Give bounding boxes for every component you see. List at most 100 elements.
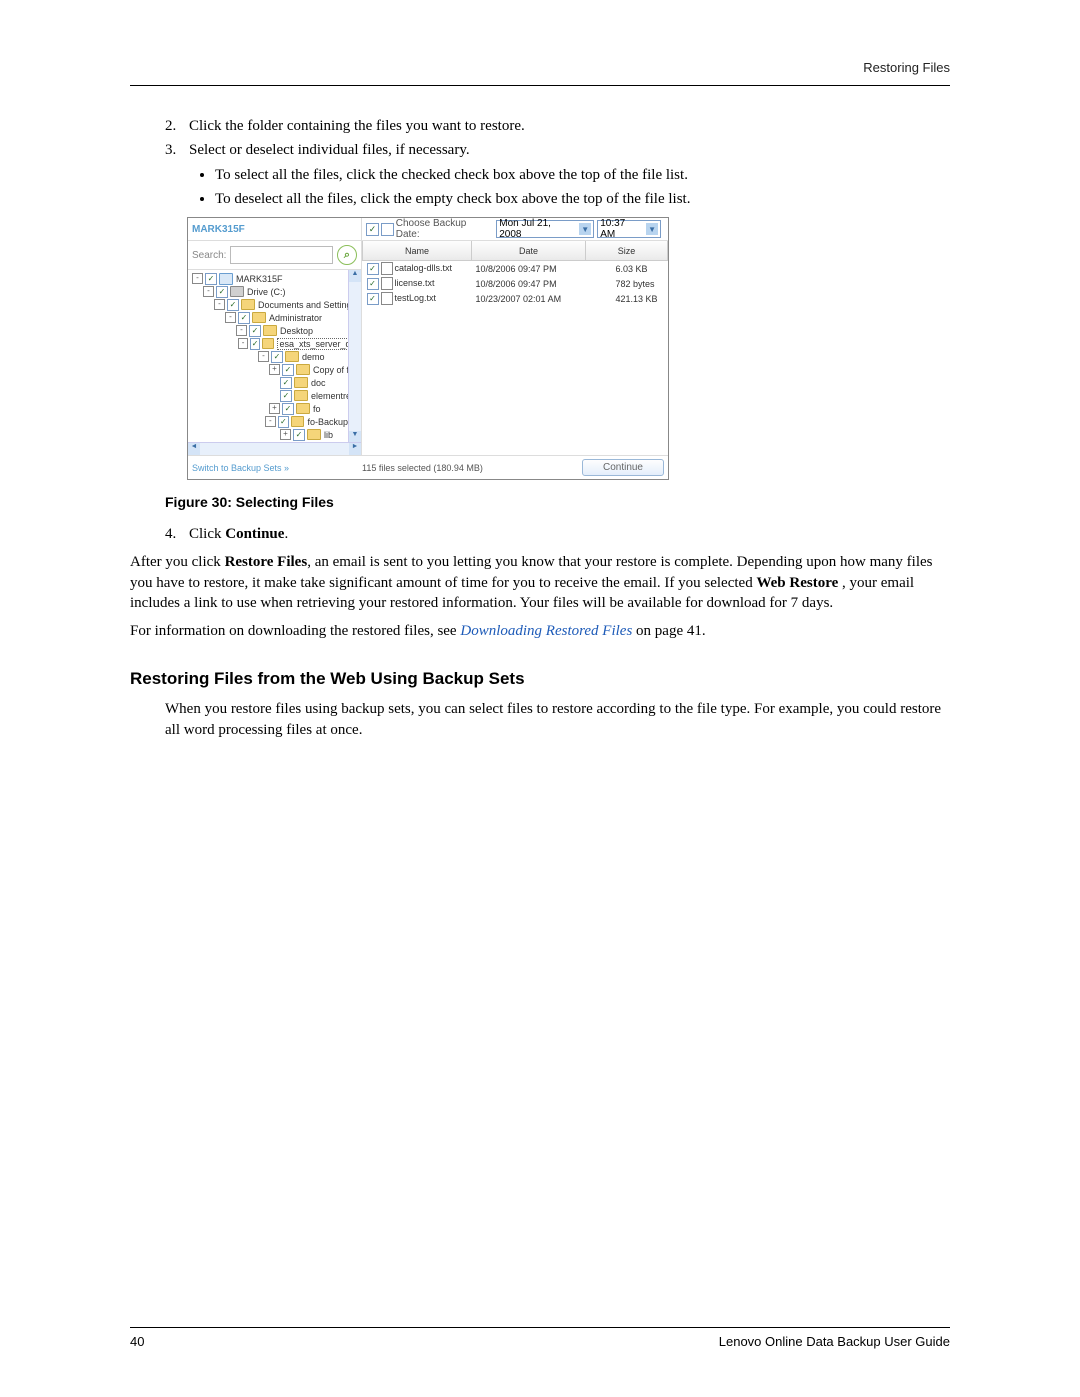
instruction-text: Click the folder containing the files yo… — [189, 116, 525, 136]
file-name: catalog-dlls.txt — [395, 263, 453, 273]
instruction-item-3: 3. Select or deselect individual files, … — [165, 140, 950, 160]
tree-checkbox[interactable]: ✓ — [250, 338, 260, 350]
column-header-size[interactable]: Size — [586, 241, 668, 261]
file-date: 10/8/2006 09:47 PM — [472, 261, 586, 277]
column-header-date[interactable]: Date — [472, 241, 586, 261]
header-rule — [130, 85, 950, 86]
bullet-list: To select all the files, click the check… — [165, 165, 950, 210]
tree-checkbox[interactable]: ✓ — [271, 351, 283, 363]
folder-tree[interactable]: -✓MARK315F-✓Drive (C:)-✓Documents and Se… — [188, 270, 361, 455]
search-input[interactable] — [230, 246, 333, 264]
tree-node[interactable]: +✓Copy of fo — [192, 363, 361, 376]
file-size: 782 bytes — [586, 276, 668, 291]
tree-node[interactable]: -✓ MARK315F — [192, 272, 361, 285]
tree-checkbox[interactable]: ✓ — [280, 390, 292, 402]
backup-time-dropdown[interactable]: 10:37 AM ▼ — [597, 220, 661, 238]
tree-node[interactable]: -✓ Drive (C:) — [192, 285, 361, 298]
tree-node[interactable]: -✓ demo — [192, 350, 361, 363]
tree-node[interactable]: +✓ fo — [192, 402, 361, 415]
tree-checkbox[interactable]: ✓ — [278, 416, 289, 428]
tree-node-label: demo — [302, 352, 325, 362]
tree-node[interactable]: -✓Desktop — [192, 324, 361, 337]
file-checkbox[interactable]: ✓ — [367, 293, 379, 305]
tree-checkbox[interactable]: ✓ — [249, 325, 261, 337]
vertical-scrollbar[interactable]: ▲ ▼ — [348, 270, 361, 443]
file-name: license.txt — [395, 278, 435, 288]
tree-checkbox[interactable]: ✓ — [227, 299, 239, 311]
tree-checkbox[interactable]: ✓ — [282, 364, 294, 376]
collapse-icon[interactable]: - — [192, 273, 203, 284]
folder-icon — [296, 364, 310, 375]
body-paragraph: When you restore files using backup sets… — [165, 699, 950, 740]
instruction-item-4: 4. Click Continue. — [165, 524, 950, 544]
downloading-restored-files-link[interactable]: Downloading Restored Files — [460, 623, 632, 639]
collapse-icon[interactable]: - — [238, 338, 248, 349]
body-paragraph: For information on downloading the resto… — [130, 621, 950, 641]
collapse-icon[interactable]: - — [225, 312, 236, 323]
collapse-icon[interactable]: - — [258, 351, 269, 362]
bullet-item: To select all the files, click the check… — [215, 165, 950, 185]
page-footer: 40 Lenovo Online Data Backup User Guide — [130, 1327, 950, 1349]
collapse-icon[interactable]: - — [265, 416, 276, 427]
tree-node[interactable]: ✓elementret — [192, 389, 361, 402]
tree-checkbox[interactable]: ✓ — [280, 377, 292, 389]
select-all-checkbox[interactable]: ✓ — [366, 223, 379, 236]
text-bold: Web Restore — [756, 575, 838, 591]
file-checkbox[interactable]: ✓ — [367, 278, 379, 290]
continue-button[interactable]: Continue — [582, 459, 664, 476]
tree-checkbox[interactable]: ✓ — [205, 273, 217, 285]
expand-icon[interactable]: + — [269, 403, 280, 414]
table-row[interactable]: ✓testLog.txt10/23/2007 02:01 AM421.13 KB — [363, 291, 668, 306]
tree-node-label: Administrator — [269, 313, 322, 323]
instruction-list: 2. Click the folder containing the files… — [165, 116, 950, 161]
backup-date-dropdown[interactable]: Mon Jul 21, 2008 ▼ — [496, 220, 594, 238]
expand-icon[interactable]: + — [269, 364, 280, 375]
figure-header: MARK315F ✓ Choose Backup Date: Mon Jul 2… — [188, 218, 668, 241]
tree-node[interactable]: -✓fo-Backup-25 — [192, 415, 361, 428]
bullet-item: To deselect all the files, click the emp… — [215, 189, 950, 209]
tree-checkbox[interactable]: ✓ — [238, 312, 250, 324]
instruction-item-2: 2. Click the folder containing the files… — [165, 116, 950, 136]
collapse-icon[interactable]: - — [236, 325, 247, 336]
tree-checkbox[interactable]: ✓ — [293, 429, 305, 441]
search-button[interactable]: ⌕ — [337, 245, 357, 265]
tree-node-label: MARK315F — [236, 274, 283, 284]
file-icon — [381, 262, 393, 275]
tree-node-label: fo — [313, 404, 321, 414]
file-checkbox[interactable]: ✓ — [367, 263, 379, 275]
search-icon: ⌕ — [344, 249, 350, 262]
figure-caption: Figure 30: Selecting Files — [165, 494, 950, 510]
deselect-all-checkbox[interactable] — [381, 223, 394, 236]
tree-node[interactable]: +✓lib — [192, 428, 361, 441]
tree-node[interactable]: -✓ Administrator — [192, 311, 361, 324]
backup-date-label: Choose Backup Date: — [396, 218, 492, 240]
folder-icon — [252, 312, 266, 323]
horizontal-scrollbar[interactable]: ◄ ► — [188, 442, 361, 455]
column-header-name[interactable]: Name — [363, 241, 472, 261]
tree-node[interactable]: -✓esa_xts_server_dlls — [192, 337, 361, 350]
table-row[interactable]: ✓license.txt10/8/2006 09:47 PM782 bytes — [363, 276, 668, 291]
scroll-up-icon[interactable]: ▲ — [349, 270, 361, 282]
file-date: 10/23/2007 02:01 AM — [472, 291, 586, 306]
scroll-left-icon[interactable]: ◄ — [188, 443, 200, 455]
expand-icon[interactable]: + — [280, 429, 291, 440]
text-fragment: After you click — [130, 554, 225, 570]
table-row[interactable]: ✓catalog-dlls.txt10/8/2006 09:47 PM6.03 … — [363, 261, 668, 277]
tree-checkbox[interactable]: ✓ — [216, 286, 228, 298]
text-bold: Continue — [225, 526, 284, 542]
tree-node[interactable]: ✓doc — [192, 376, 361, 389]
switch-backup-sets-link[interactable]: Switch to Backup Sets » — [192, 463, 362, 473]
page-number: 40 — [130, 1334, 144, 1349]
scroll-right-icon[interactable]: ► — [349, 443, 361, 455]
dropdown-value: 10:37 AM — [600, 218, 642, 240]
tree-node[interactable]: -✓ Documents and Settings — [192, 298, 361, 311]
collapse-icon[interactable]: - — [214, 299, 225, 310]
tree-checkbox[interactable]: ✓ — [282, 403, 294, 415]
figure-screenshot: MARK315F ✓ Choose Backup Date: Mon Jul 2… — [187, 217, 669, 480]
file-table: Name Date Size ✓ catalog-dlls.txt 10/8/200… — [362, 241, 668, 306]
text-fragment: For information on downloading the resto… — [130, 623, 460, 639]
collapse-icon[interactable]: - — [203, 286, 214, 297]
tree-node-label: Documents and Settings — [258, 300, 356, 310]
text-fragment: Click — [189, 526, 225, 542]
tree-node-label: Drive (C:) — [247, 287, 286, 297]
